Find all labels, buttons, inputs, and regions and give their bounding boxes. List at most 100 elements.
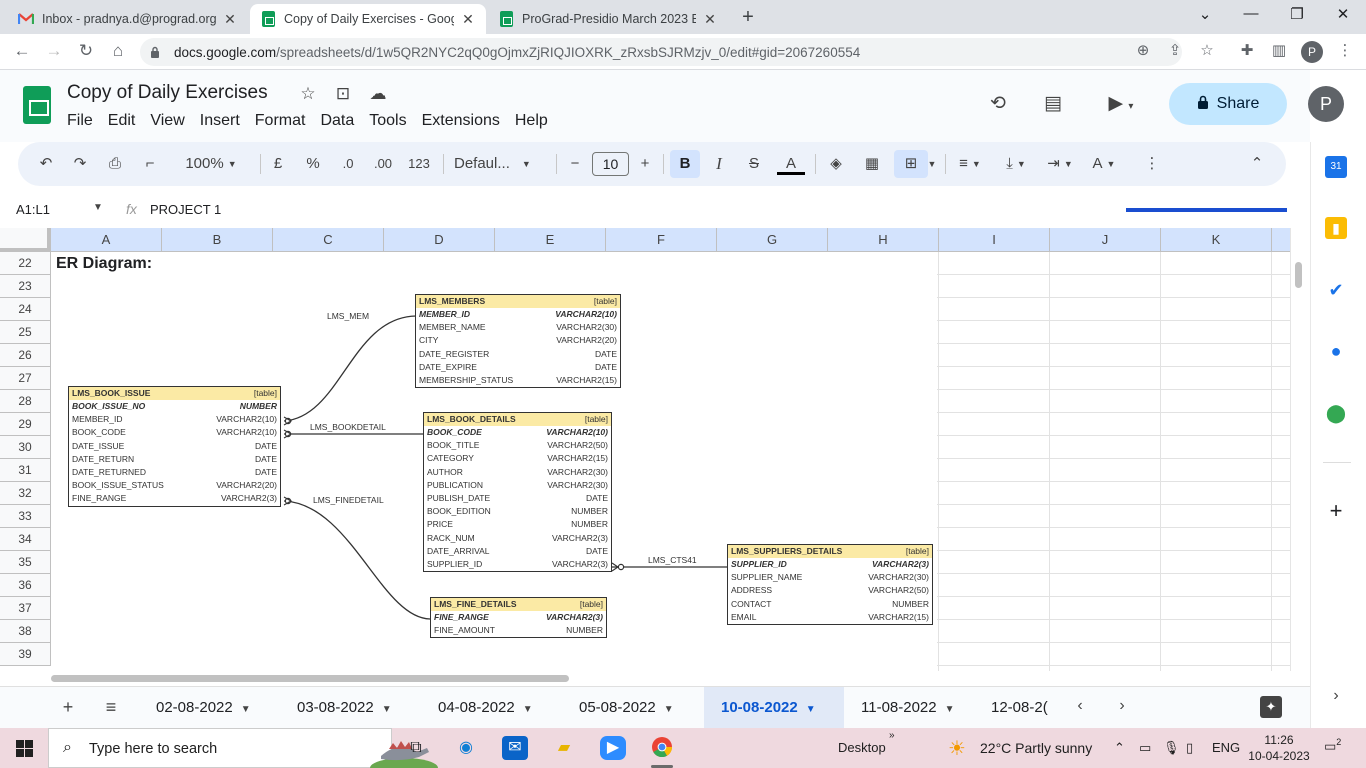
- column-header-c[interactable]: C: [273, 228, 384, 252]
- row-header-34[interactable]: 34: [0, 528, 51, 551]
- home-icon[interactable]: ⌂: [106, 41, 130, 63]
- calendar-icon[interactable]: 31: [1325, 156, 1347, 178]
- tasks-icon[interactable]: ✔: [1325, 279, 1347, 301]
- menu-file[interactable]: File: [67, 112, 93, 130]
- chevron-right-icon[interactable]: »: [889, 730, 895, 741]
- scrollbar-thumb[interactable]: [1295, 262, 1302, 288]
- forward-icon[interactable]: →: [42, 41, 66, 63]
- decrease-font-size-button[interactable]: −: [565, 153, 585, 175]
- scroll-tabs-left-icon[interactable]: ‹: [1068, 697, 1092, 715]
- font-family-select[interactable]: Defaul... ▼: [454, 153, 544, 175]
- system-clock[interactable]: 11:26 10-04-2023: [1248, 732, 1310, 764]
- redo-icon[interactable]: ↷: [69, 153, 91, 175]
- move-folder-icon[interactable]: ⊡: [332, 84, 354, 104]
- horizontal-scrollbar[interactable]: [0, 671, 1305, 685]
- browser-tab-prograd[interactable]: ProGrad-Presidio March 2023 Ba ✕: [488, 4, 728, 34]
- show-side-panel-icon[interactable]: ›: [1325, 685, 1347, 707]
- menu-help[interactable]: Help: [515, 112, 548, 130]
- column-header-f[interactable]: F: [606, 228, 717, 252]
- undo-icon[interactable]: ↶: [35, 153, 57, 175]
- browser-tab-inbox[interactable]: Inbox - pradnya.d@prograd.org ✕: [8, 4, 248, 34]
- star-icon[interactable]: ☆: [297, 84, 319, 104]
- fill-color-icon[interactable]: ◈: [824, 153, 848, 175]
- vertical-scrollbar[interactable]: [1290, 228, 1305, 671]
- row-header-39[interactable]: 39: [0, 643, 51, 666]
- column-header-i[interactable]: I: [939, 228, 1050, 252]
- increase-decimal-button[interactable]: .00: [370, 153, 396, 175]
- chevron-down-icon[interactable]: ▼: [93, 202, 103, 213]
- address-bar[interactable]: docs.google.com/spreadsheets/d/1w5QR2NYC…: [140, 38, 1182, 66]
- menu-format[interactable]: Format: [255, 112, 306, 130]
- column-header-partial[interactable]: [1272, 228, 1290, 252]
- row-header-31[interactable]: 31: [0, 459, 51, 482]
- bold-button[interactable]: B: [670, 150, 700, 178]
- zoom-icon[interactable]: ⊕: [1132, 41, 1154, 59]
- edge-icon[interactable]: ◉: [453, 736, 479, 760]
- chrome-icon[interactable]: [649, 736, 675, 760]
- print-icon[interactable]: ⎙: [104, 153, 126, 175]
- share-button[interactable]: Share: [1169, 83, 1287, 125]
- scroll-tabs-right-icon[interactable]: ›: [1110, 697, 1134, 715]
- row-header-28[interactable]: 28: [0, 390, 51, 413]
- back-icon[interactable]: ←: [10, 41, 34, 63]
- row-header-26[interactable]: 26: [0, 344, 51, 367]
- browser-tab-sheets[interactable]: Copy of Daily Exercises - Google ✕: [250, 4, 486, 34]
- hidden-icons-chevron[interactable]: ⌃: [1114, 740, 1125, 756]
- side-panel-icon[interactable]: ▥: [1268, 41, 1290, 59]
- more-options-icon[interactable]: ⋮: [1142, 153, 1162, 175]
- network-icon[interactable]: ▭: [1139, 740, 1151, 756]
- chevron-down-icon[interactable]: ▼: [926, 153, 938, 175]
- menu-view[interactable]: View: [150, 112, 184, 130]
- close-icon[interactable]: ✕: [222, 11, 238, 27]
- collapse-menus-icon[interactable]: ⌃: [1246, 153, 1268, 175]
- italic-button[interactable]: I: [707, 153, 731, 175]
- vertical-align-icon[interactable]: ⤓ ▼: [998, 153, 1034, 175]
- decrease-decimal-button[interactable]: .0: [336, 153, 360, 175]
- row-header-30[interactable]: 30: [0, 436, 51, 459]
- reload-icon[interactable]: ↻: [74, 41, 98, 63]
- column-header-d[interactable]: D: [384, 228, 495, 252]
- share-page-icon[interactable]: ⇪: [1164, 41, 1186, 59]
- browser-menu-icon[interactable]: ⋮: [1334, 41, 1356, 59]
- row-header-23[interactable]: 23: [0, 275, 51, 298]
- chevron-down-icon[interactable]: ▼: [945, 704, 955, 715]
- close-icon[interactable]: ✕: [702, 11, 718, 27]
- get-addons-icon[interactable]: +: [1325, 500, 1347, 522]
- explore-icon[interactable]: ✦: [1260, 696, 1282, 718]
- menu-tools[interactable]: Tools: [369, 112, 406, 130]
- spreadsheet-grid[interactable]: ABCDEFGHIJK 22 23 24 25 26 27 28 29 30 31 32 33 34 35…: [0, 228, 1290, 671]
- select-all-corner[interactable]: [0, 228, 51, 252]
- chevron-down-icon[interactable]: ▼: [806, 704, 816, 715]
- zoom-select[interactable]: 100% ▼: [176, 153, 246, 175]
- column-header-b[interactable]: B: [162, 228, 273, 252]
- bookmark-star-icon[interactable]: ☆: [1196, 41, 1218, 59]
- all-sheets-icon[interactable]: ≡: [99, 697, 123, 718]
- document-title[interactable]: Copy of Daily Exercises: [67, 82, 268, 104]
- task-view-icon[interactable]: ⧉: [403, 736, 429, 760]
- zoom-app-icon[interactable]: ▶: [600, 736, 626, 760]
- sheet-tab-12-08-2([interactable]: 12-08-2(: [974, 687, 1056, 729]
- extensions-icon[interactable]: ✚: [1236, 41, 1258, 59]
- name-box[interactable]: A1:L1: [16, 202, 50, 217]
- row-header-24[interactable]: 24: [0, 298, 51, 321]
- restore-button[interactable]: ❐: [1282, 5, 1312, 23]
- weather-status[interactable]: 22°C Partly sunny: [980, 740, 1092, 756]
- sheet-tab-05-08-2022[interactable]: 05-08-2022 ▼: [562, 687, 701, 729]
- account-avatar[interactable]: P: [1308, 86, 1344, 122]
- increase-font-size-button[interactable]: +: [635, 153, 655, 175]
- row-header-35[interactable]: 35: [0, 551, 51, 574]
- text-wrap-icon[interactable]: ⇥ ▼: [1042, 153, 1078, 175]
- row-header-25[interactable]: 25: [0, 321, 51, 344]
- borders-icon[interactable]: ▦: [860, 153, 884, 175]
- menu-edit[interactable]: Edit: [108, 112, 136, 130]
- browser-profile-avatar[interactable]: P: [1301, 41, 1323, 63]
- sheet-tab-02-08-2022[interactable]: 02-08-2022 ▼: [139, 687, 278, 729]
- meet-icon[interactable]: ▶ ▾: [1098, 92, 1144, 115]
- column-header-h[interactable]: H: [828, 228, 939, 252]
- currency-format-button[interactable]: £: [268, 153, 288, 175]
- close-icon[interactable]: ✕: [460, 11, 476, 27]
- row-header-38[interactable]: 38: [0, 620, 51, 643]
- tab-search-icon[interactable]: ⌄: [1190, 5, 1220, 23]
- row-header-33[interactable]: 33: [0, 505, 51, 528]
- font-size-input[interactable]: 10: [592, 152, 629, 176]
